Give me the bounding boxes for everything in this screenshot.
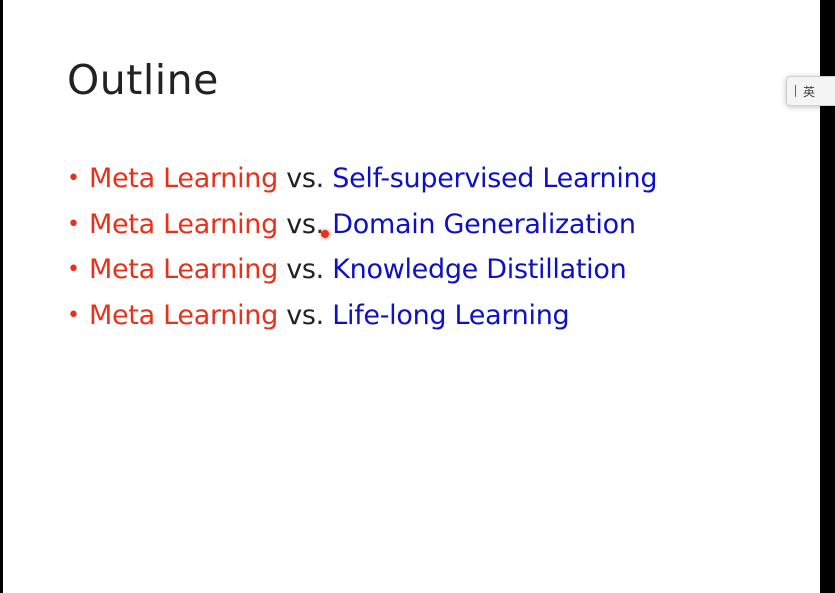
- versus-label: vs.: [286, 208, 324, 240]
- bullet-item: • Meta Learning vs. Self-supervised Lear…: [67, 156, 658, 202]
- cursor-bar-icon: [795, 85, 796, 97]
- ime-indicator[interactable]: 英: [786, 76, 835, 106]
- topic-left: Meta Learning: [89, 208, 278, 240]
- topic-left: Meta Learning: [89, 163, 278, 195]
- bullet-list: • Meta Learning vs. Self-supervised Lear…: [67, 156, 658, 339]
- bullet-dot: •: [67, 166, 80, 192]
- topic-right: Life-long Learning: [332, 299, 570, 331]
- versus-label: vs.: [286, 254, 324, 286]
- laser-pointer-dot: [321, 230, 329, 238]
- bullet-item: • Meta Learning vs. Life-long Learning: [67, 293, 657, 339]
- slide: Outline • Meta Learning vs. Self-supervi…: [3, 0, 820, 593]
- topic-right: Self-supervised Learning: [332, 163, 658, 195]
- versus-label: vs.: [286, 163, 324, 195]
- versus-label: vs.: [286, 299, 324, 331]
- topic-left: Meta Learning: [89, 254, 278, 286]
- slide-title: Outline: [67, 56, 219, 104]
- ime-language-label: 英: [803, 84, 816, 99]
- bullet-dot: •: [67, 302, 80, 328]
- topic-right: Knowledge Distillation: [332, 254, 627, 286]
- bullet-dot: •: [67, 257, 80, 283]
- bullet-item: • Meta Learning vs. Knowledge Distillati…: [67, 247, 657, 293]
- topic-left: Meta Learning: [89, 299, 278, 331]
- bullet-dot: •: [67, 211, 80, 237]
- bullet-item: • Meta Learning vs. Domain Generalizatio…: [67, 202, 657, 248]
- topic-right: Domain Generalization: [332, 208, 636, 240]
